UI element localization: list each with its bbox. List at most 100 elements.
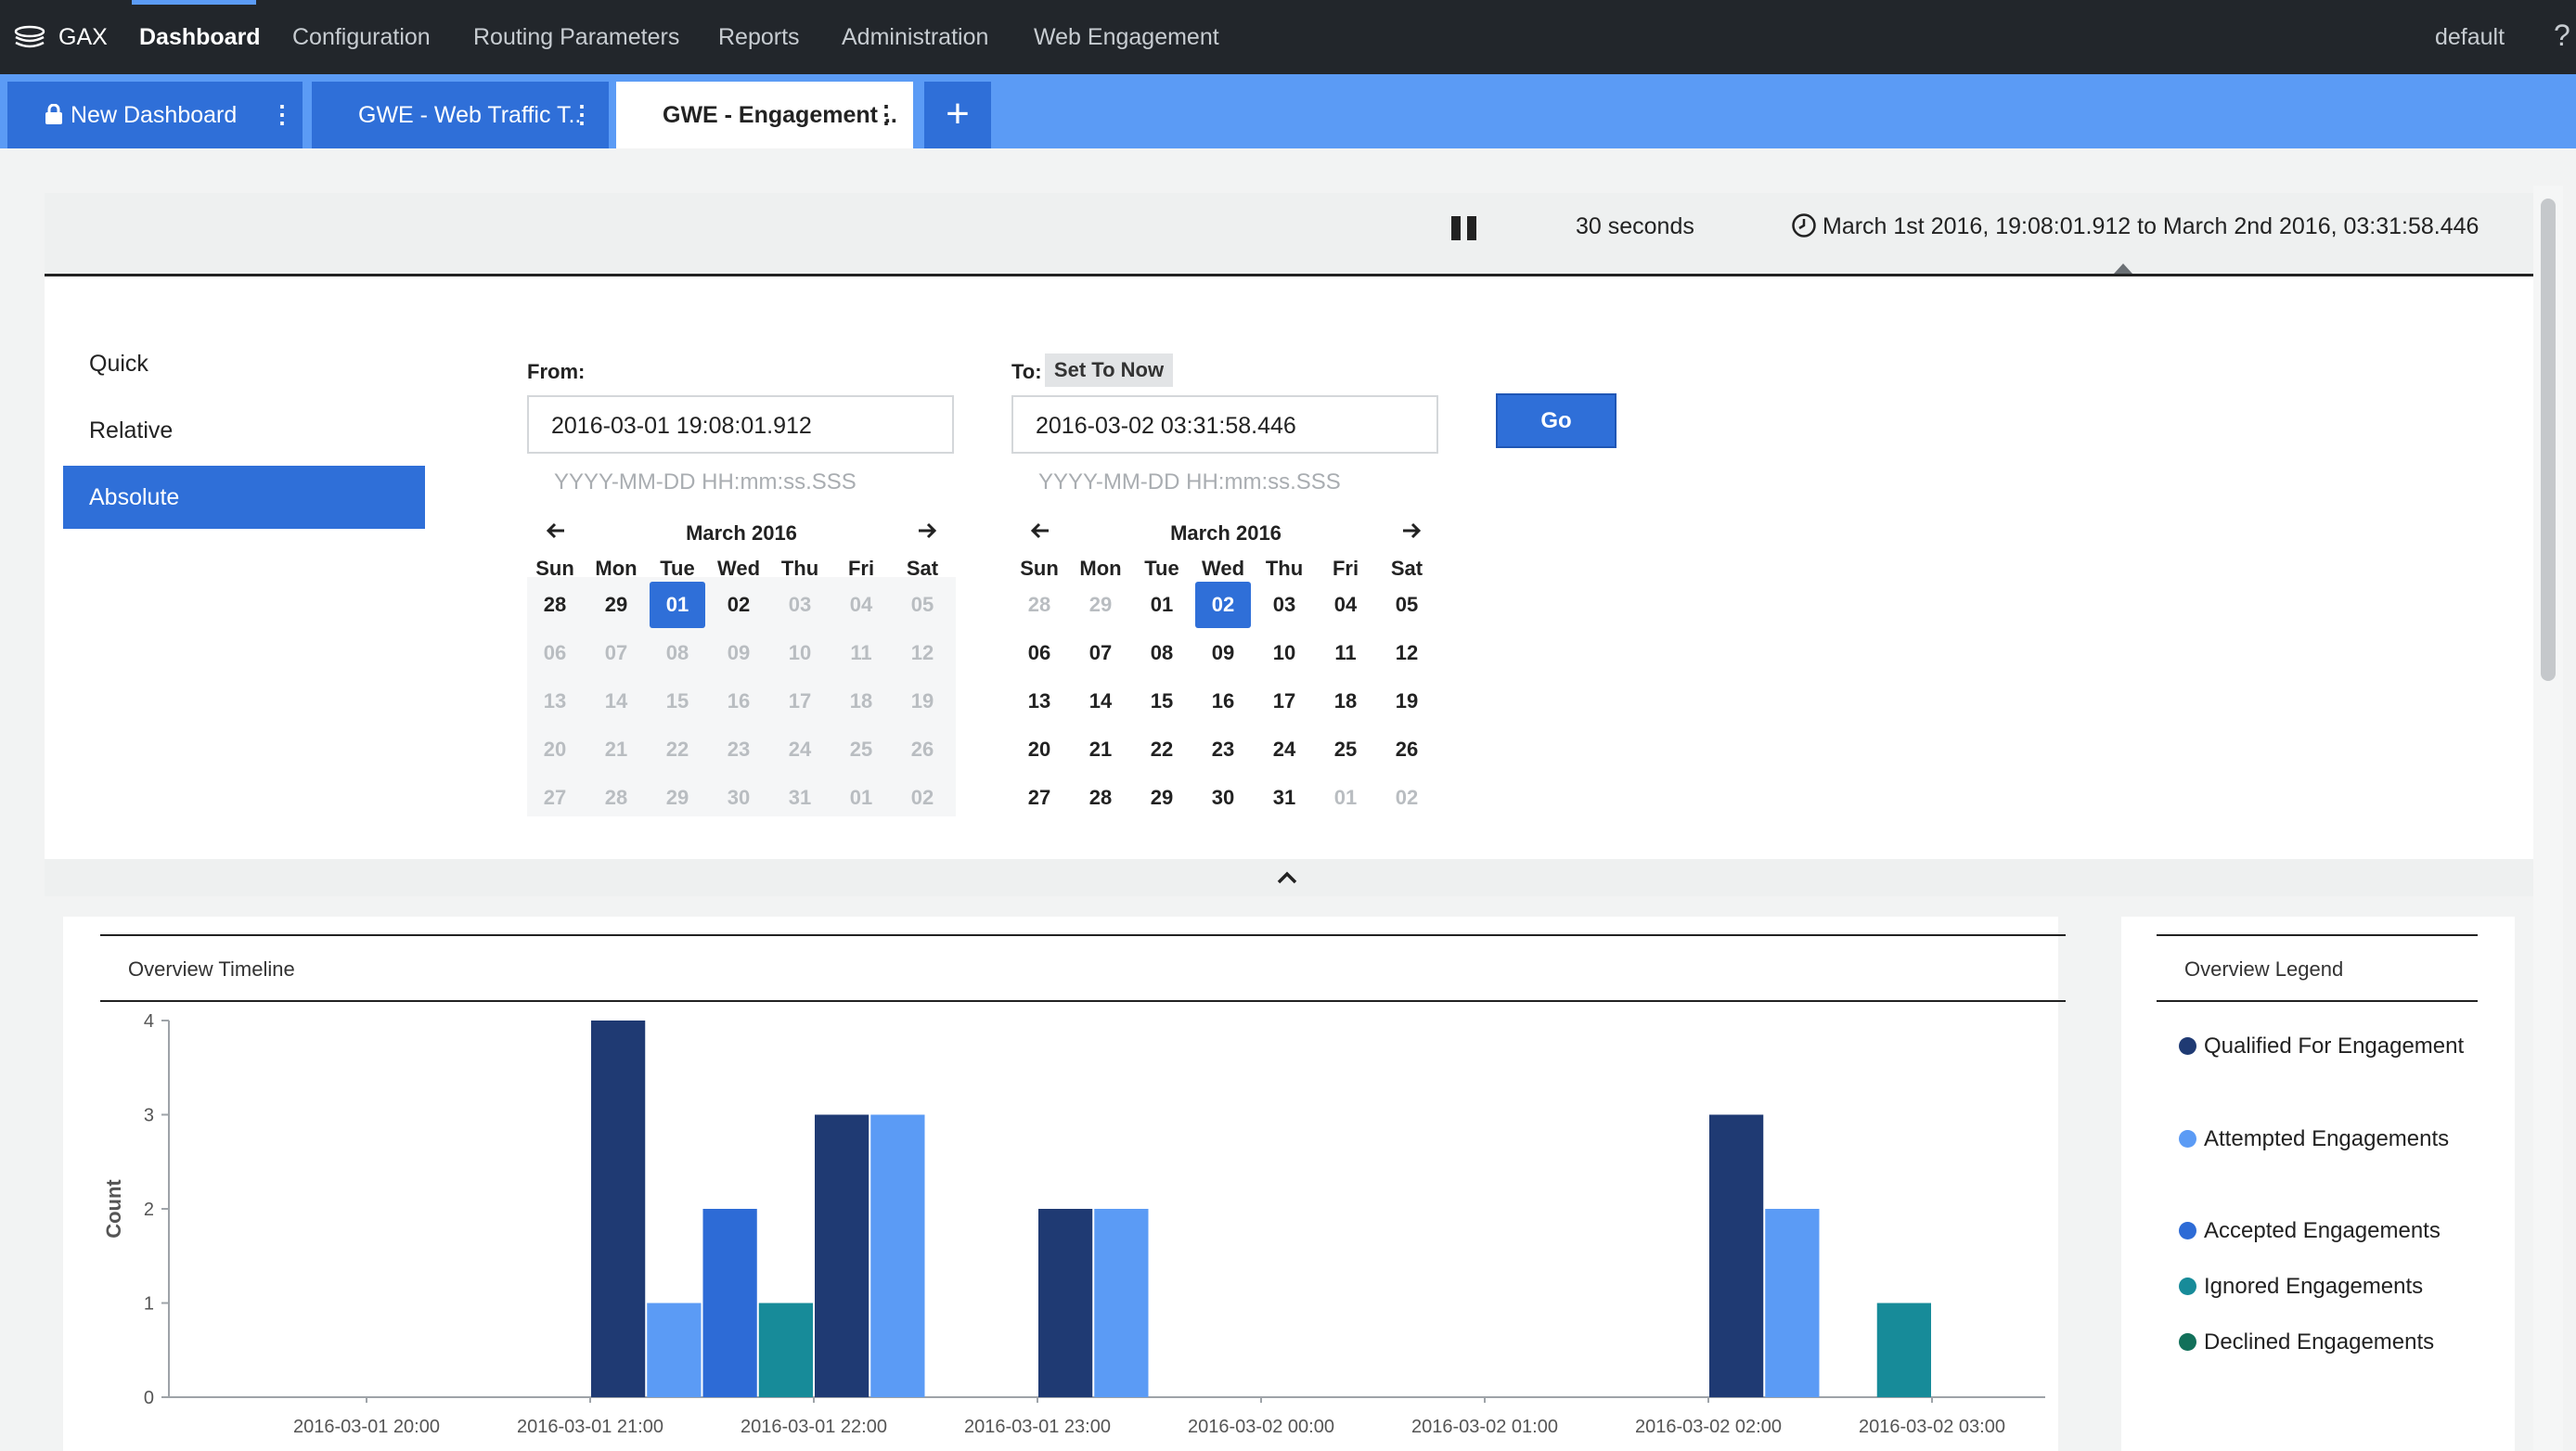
mode-absolute[interactable]: Absolute [63,466,425,529]
legend-header-rule [2157,1000,2478,1002]
clock-icon [1792,213,1816,238]
calendar-day: 03 [788,593,812,616]
nav-web-engagement[interactable]: Web Engagement [1034,24,1219,51]
legend-item-declined[interactable]: Declined Engagements [2179,1324,2494,1361]
collapse-filter-bar[interactable] [45,859,2533,896]
tab-menu-icon[interactable]: ⋮ [874,100,898,129]
arrow-right-icon[interactable] [1399,520,1423,542]
legend-item-attempted[interactable]: Attempted Engagements [2179,1121,2494,1158]
pause-icon[interactable] [1451,216,1477,240]
calendar-day[interactable]: 23 [1195,726,1251,773]
nav-configuration[interactable]: Configuration [292,24,431,51]
calendar-day[interactable]: 19 [1379,678,1435,725]
calendar-day[interactable]: 01 [650,582,705,628]
from-date-input[interactable]: 2016-03-01 19:08:01.912 [527,395,954,454]
weekday-header: Fri [847,557,875,580]
chart-bar [870,1114,925,1397]
time-range-display[interactable]: March 1st 2016, 19:08:01.912 to March 2n… [1823,213,2479,240]
calendar-day[interactable]: 29 [588,582,644,628]
mode-absolute-label: Absolute [89,484,180,510]
go-button[interactable]: Go [1496,393,1616,448]
nav-administration[interactable]: Administration [842,24,988,51]
tab-gwe-engagement[interactable]: GWE - Engagement .. ⋮ [616,82,913,148]
scrollbar-thumb[interactable] [2541,199,2556,681]
tab-label: New Dashboard [71,102,238,128]
tab-label: GWE - Web Traffic T.. [358,102,582,128]
calendar-day[interactable]: 15 [1134,678,1190,725]
weekday-header: Mon [1079,557,1122,580]
calendar-day: 26 [910,738,934,761]
legend-item-ignored[interactable]: Ignored Engagements [2179,1268,2494,1305]
calendar-day[interactable]: 16 [1195,678,1251,725]
calendar-day[interactable]: 07 [1073,630,1128,676]
calendar-day[interactable]: 18 [1318,678,1373,725]
calendar-day[interactable]: 21 [1073,726,1128,773]
calendar-day[interactable]: 02 [711,582,766,628]
legend-item-qualified[interactable]: Qualified For Engagement [2179,1028,2494,1065]
calendar-day: 14 [604,689,628,713]
calendar-day[interactable]: 02 [1195,582,1251,628]
set-to-now-button[interactable]: Set To Now [1045,353,1173,387]
calendar-day: 19 [910,689,934,713]
calendar-day[interactable]: 30 [1195,775,1251,821]
calendar-day[interactable]: 08 [1134,630,1190,676]
caret-up-icon [2114,263,2132,274]
legend-item-accepted[interactable]: Accepted Engagements [2179,1213,2494,1250]
calendar-day[interactable]: 20 [1011,726,1067,773]
help-icon[interactable]: ? [2554,19,2570,53]
calendar-day: 15 [665,689,689,713]
calendar-day[interactable]: 17 [1256,678,1312,725]
calendar-day[interactable]: 29 [1134,775,1190,821]
legend-label: Ignored Engagements [2204,1274,2424,1299]
calendar-day: 01 [1333,786,1358,809]
legend-label: Qualified For Engagement [2204,1034,2465,1059]
calendar-day[interactable]: 26 [1379,726,1435,773]
calendar-day[interactable]: 13 [1011,678,1067,725]
nav-dashboard[interactable]: Dashboard [139,24,261,51]
to-date-input[interactable]: 2016-03-02 03:31:58.446 [1011,395,1438,454]
nav-reports[interactable]: Reports [718,24,800,51]
x-tick-label: 2016-03-02 02:00 [1635,1417,1782,1437]
tab-menu-icon[interactable]: ⋮ [270,100,294,129]
calendar-day: 18 [849,689,873,713]
calendar-day[interactable]: 06 [1011,630,1067,676]
calendar-day[interactable]: 10 [1256,630,1312,676]
calendar-day[interactable]: 28 [1073,775,1128,821]
chart-bar [591,1021,646,1397]
calendar-day[interactable]: 03 [1256,582,1312,628]
y-tick-label: 3 [144,1106,154,1126]
mode-relative[interactable]: Relative [89,417,173,444]
add-tab-button[interactable]: + [924,82,991,148]
tab-menu-icon[interactable]: ⋮ [570,100,594,129]
arrow-right-icon[interactable] [915,520,939,542]
calendar-day: 12 [910,641,934,664]
legend-label: Accepted Engagements [2204,1218,2441,1243]
stack-logo-icon [14,25,45,48]
calendar-day[interactable]: 14 [1073,678,1128,725]
calendar-day[interactable]: 27 [1011,775,1067,821]
calendar-day[interactable]: 05 [1379,582,1435,628]
calendar-day[interactable]: 22 [1134,726,1190,773]
chart-bar [1094,1209,1149,1397]
chart-bar [1709,1114,1764,1397]
nav-routing-parameters[interactable]: Routing Parameters [473,24,679,51]
calendar-day[interactable]: 24 [1256,726,1312,773]
weekday-header: Thu [1265,557,1304,580]
refresh-interval[interactable]: 30 seconds [1576,213,1694,240]
calendar-day[interactable]: 11 [1318,630,1373,676]
tab-new-dashboard[interactable]: New Dashboard ⋮ [7,82,303,148]
calendar-day[interactable]: 04 [1318,582,1373,628]
calendar-day[interactable]: 01 [1134,582,1190,628]
user-menu[interactable]: default [2435,24,2505,51]
tab-gwe-web-traffic[interactable]: GWE - Web Traffic T.. ⋮ [312,82,609,148]
chevron-up-icon[interactable] [1276,870,1298,885]
calendar-day[interactable]: 12 [1379,630,1435,676]
calendar-day[interactable]: 31 [1256,775,1312,821]
weekday-header: Wed [1201,557,1245,580]
calendar-day[interactable]: 09 [1195,630,1251,676]
legend-top-rule [2157,934,2478,936]
mode-quick[interactable]: Quick [89,351,148,378]
calendar-day: 29 [1088,593,1113,616]
calendar-day[interactable]: 28 [527,582,583,628]
calendar-day[interactable]: 25 [1318,726,1373,773]
